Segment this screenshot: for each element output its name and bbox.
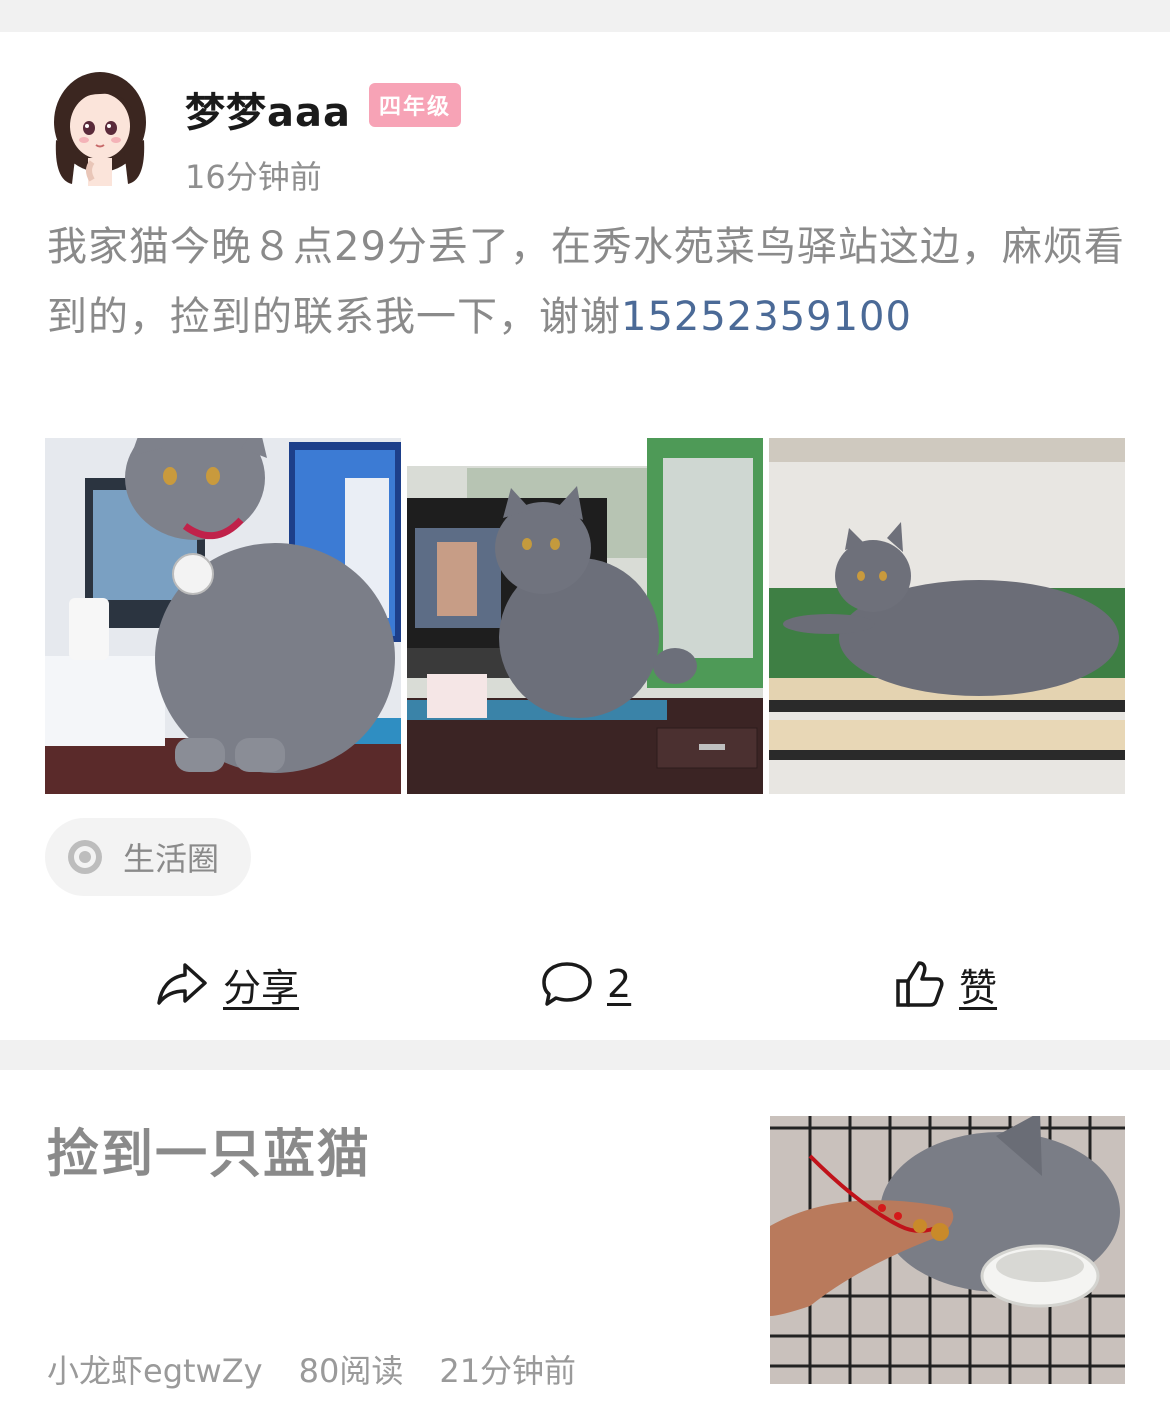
related-post-meta: 小龙虾egtwZy 80阅读 21分钟前 (47, 1346, 576, 1392)
thumbs-up-icon (896, 961, 944, 1007)
related-time: 21分钟前 (439, 1352, 577, 1390)
comment-button[interactable]: 2 (541, 952, 631, 1016)
related-author[interactable]: 小龙虾egtwZy (47, 1346, 263, 1392)
level-badge: 四年级 (369, 83, 461, 127)
topic-label: 生活圈 (123, 840, 220, 878)
like-label: 赞 (959, 965, 998, 1010)
post-photo-1[interactable] (45, 438, 401, 794)
related-reads: 80阅读 (298, 1352, 404, 1390)
share-button[interactable]: 分享 (155, 952, 299, 1016)
share-arrow-icon (157, 963, 207, 1005)
post-photo-2[interactable] (407, 438, 763, 794)
share-label: 分享 (223, 965, 300, 1010)
topic-chip[interactable]: 生活圈 (45, 818, 251, 896)
related-post-thumbnail[interactable] (770, 1116, 1125, 1384)
post-text: 我家猫今晚８点29分丢了，在秀水苑菜鸟驿站这边，麻烦看到的，捡到的联系我一下，谢… (47, 212, 1137, 352)
post-timestamp: 16分钟前 (185, 158, 322, 196)
related-post-title[interactable]: 捡到一只蓝猫 (47, 1112, 371, 1187)
section-divider (0, 1040, 1170, 1070)
top-divider (0, 0, 1170, 32)
avatar[interactable] (52, 70, 148, 186)
post-photo-3[interactable] (769, 438, 1125, 794)
target-icon (68, 840, 102, 874)
comment-count: 2 (607, 962, 632, 1006)
phone-link[interactable]: 15252359100 (621, 294, 912, 340)
post-body-text: 我家猫今晚８点29分丢了，在秀水苑菜鸟驿站这边，麻烦看到的，捡到的联系我一下，谢… (47, 224, 1125, 340)
like-button[interactable]: 赞 (895, 952, 997, 1016)
comment-bubble-icon (542, 962, 592, 1006)
author-name[interactable]: 梦梦aaa (185, 80, 351, 138)
